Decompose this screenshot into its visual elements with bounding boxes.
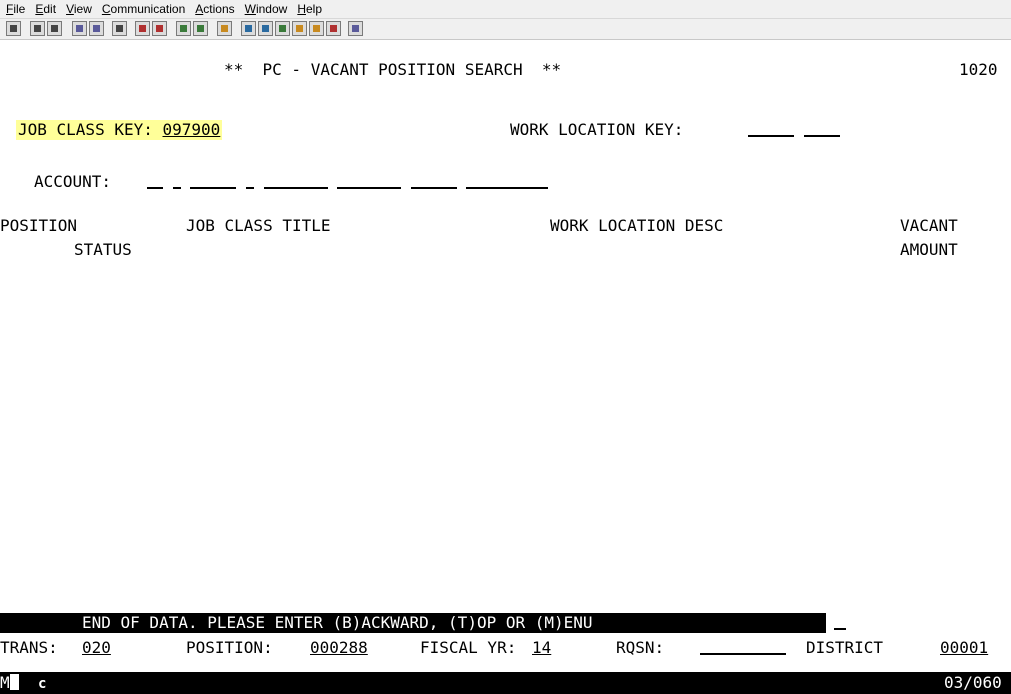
- column-job-class-title: JOB CLASS TITLE: [186, 216, 331, 235]
- job-class-key-input[interactable]: 097900: [163, 120, 221, 139]
- menu-communication[interactable]: Communication: [97, 2, 190, 16]
- account-input-4[interactable]: [245, 172, 254, 189]
- status-indicator: c: [38, 676, 47, 692]
- paste-icon[interactable]: [47, 21, 62, 36]
- connect-icon[interactable]: [176, 21, 191, 36]
- trans-label: TRANS:: [0, 638, 58, 657]
- fiscal-yr-value[interactable]: 14: [532, 638, 551, 658]
- column-vacant: VACANT: [900, 216, 958, 235]
- menu-actions[interactable]: Actions: [190, 2, 239, 16]
- print-screen-icon[interactable]: [6, 21, 21, 36]
- rqsn-label: RQSN:: [616, 638, 665, 657]
- send-file-icon[interactable]: [135, 21, 150, 36]
- account-input-1[interactable]: [147, 172, 163, 189]
- session-icon[interactable]: [348, 21, 363, 36]
- work-location-key-input-1[interactable]: [748, 120, 794, 137]
- network-icon[interactable]: [241, 21, 256, 36]
- account-input-3[interactable]: [190, 172, 237, 189]
- cursor-block: [9, 674, 19, 690]
- column-position: POSITION: [0, 216, 78, 235]
- account-fields: [147, 172, 549, 194]
- keyboard-map-icon[interactable]: [89, 21, 104, 36]
- job-class-key-field-group: JOB CLASS KEY: 097900: [16, 120, 223, 140]
- menu-edit[interactable]: Edit: [30, 2, 61, 16]
- position-label: POSITION:: [186, 638, 273, 657]
- screen-id: 1020: [959, 60, 998, 79]
- menu-view[interactable]: View: [61, 2, 97, 16]
- column-amount: AMOUNT: [900, 240, 958, 259]
- account-input-5[interactable]: [263, 172, 328, 189]
- copy-icon[interactable]: [30, 21, 45, 36]
- script-icon[interactable]: [309, 21, 324, 36]
- work-location-key-fields: [748, 120, 840, 142]
- account-input-6[interactable]: [337, 172, 402, 189]
- district-label: DISTRICT: [806, 638, 884, 657]
- globe-icon[interactable]: [275, 21, 290, 36]
- menu-window[interactable]: Window: [240, 2, 293, 16]
- account-input-7[interactable]: [410, 172, 457, 189]
- mode-indicator: M: [0, 673, 19, 693]
- work-location-key-input-2[interactable]: [803, 120, 840, 137]
- column-status: STATUS: [74, 240, 132, 259]
- account-label: ACCOUNT:: [34, 172, 112, 191]
- menu-help[interactable]: Help: [292, 2, 327, 16]
- trans-value[interactable]: 020: [82, 638, 111, 658]
- menu-bar: File Edit View Communication Actions Win…: [0, 0, 1011, 19]
- message-text: END OF DATA. PLEASE ENTER (B)ACKWARD, (T…: [82, 613, 593, 632]
- record-macro-icon[interactable]: [112, 21, 127, 36]
- display-settings-icon[interactable]: [72, 21, 87, 36]
- receive-file-icon[interactable]: [152, 21, 167, 36]
- position-value[interactable]: 000288: [310, 638, 368, 658]
- account-input-8[interactable]: [466, 172, 549, 189]
- work-location-key-label: WORK LOCATION KEY:: [510, 120, 684, 139]
- screen-title: ** PC - VACANT POSITION SEARCH **: [224, 60, 562, 79]
- rqsn-input[interactable]: [700, 638, 786, 660]
- terminal-screen: ** PC - VACANT POSITION SEARCH ** 1020 J…: [0, 40, 1011, 694]
- cursor-position: 03/060: [944, 673, 1002, 692]
- macro-play-icon[interactable]: [292, 21, 307, 36]
- clipboard-icon[interactable]: [217, 21, 232, 36]
- disconnect-icon[interactable]: [193, 21, 208, 36]
- column-work-location-desc: WORK LOCATION DESC: [550, 216, 724, 235]
- command-input[interactable]: [834, 613, 846, 635]
- host-icon[interactable]: [258, 21, 273, 36]
- status-bar: M c 03/060: [0, 672, 1011, 694]
- fiscal-yr-label: FISCAL YR:: [420, 638, 517, 657]
- message-bar: END OF DATA. PLEASE ENTER (B)ACKWARD, (T…: [0, 613, 826, 633]
- menu-file[interactable]: File: [0, 2, 30, 16]
- district-value[interactable]: 00001: [940, 638, 988, 658]
- edit-icon[interactable]: [326, 21, 341, 36]
- toolbar: [0, 19, 1011, 40]
- account-input-2[interactable]: [172, 172, 181, 189]
- job-class-key-label: JOB CLASS KEY:: [18, 120, 153, 139]
